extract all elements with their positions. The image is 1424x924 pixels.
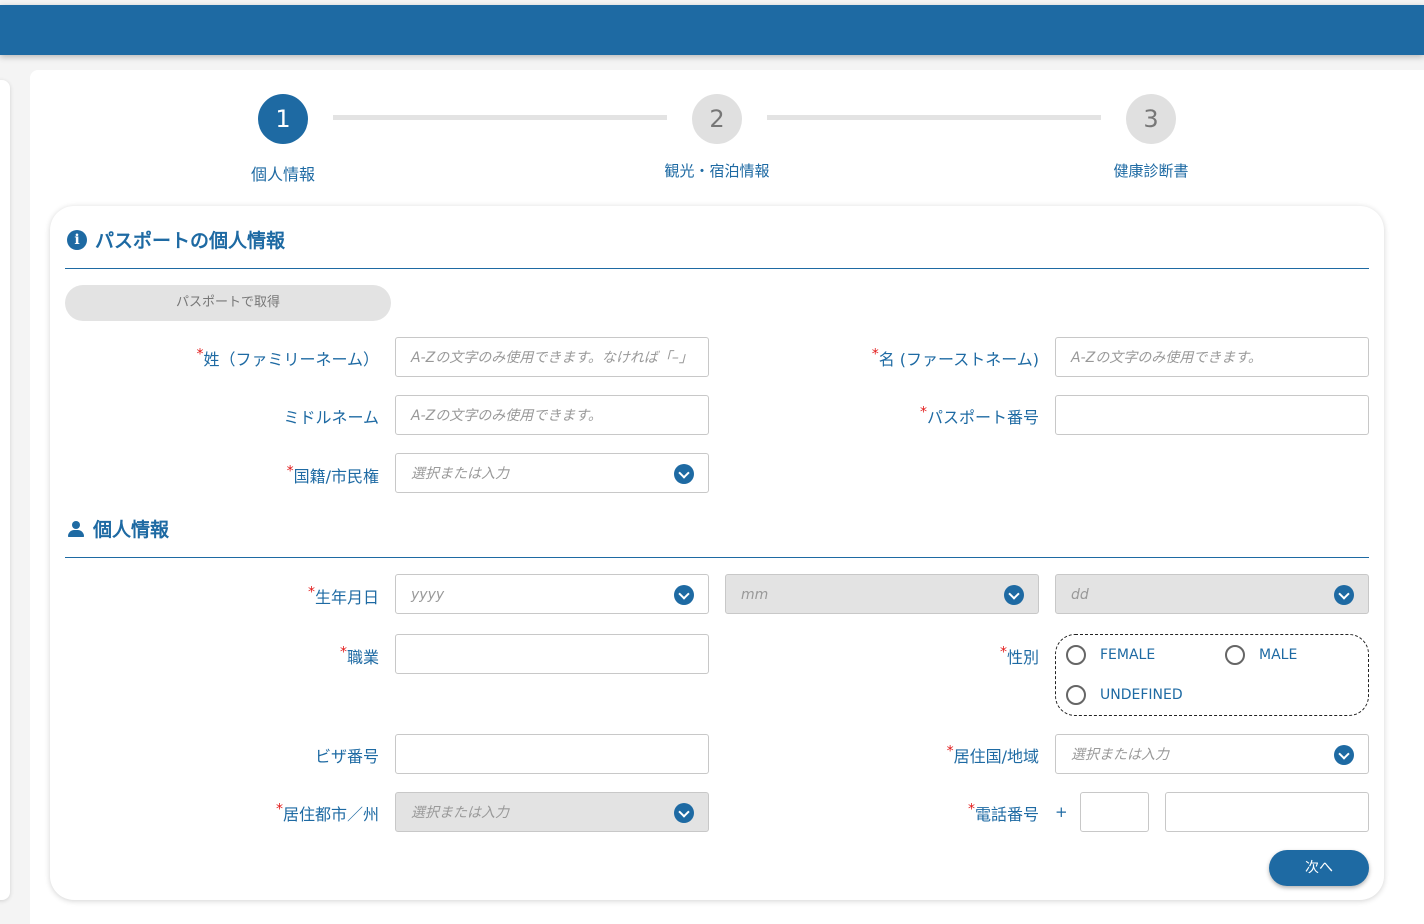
passport-section-header: i パスポートの個人情報 bbox=[67, 226, 285, 253]
occupation-input[interactable] bbox=[395, 634, 709, 674]
residence-city-select[interactable]: 選択または入力 bbox=[395, 792, 709, 832]
phone-country-code-input[interactable] bbox=[1080, 792, 1149, 832]
residence-city-placeholder: 選択または入力 bbox=[411, 805, 509, 821]
birth-year-select[interactable]: yyyy bbox=[395, 574, 709, 614]
step-connector bbox=[767, 115, 1101, 120]
gender-label: *性別 bbox=[999, 644, 1039, 667]
residence-country-select[interactable]: 選択または入力 bbox=[1055, 734, 1369, 774]
gender-radio-group: FEMALE MALE UNDEFINED bbox=[1055, 634, 1369, 716]
chevron-down-icon[interactable] bbox=[674, 803, 694, 823]
visa-number-label: ビザ番号 bbox=[314, 747, 379, 766]
section-divider bbox=[65, 557, 1369, 558]
visa-number-input[interactable] bbox=[395, 734, 709, 774]
step-3-label: 健康診断書 bbox=[1113, 162, 1189, 180]
chevron-down-icon[interactable] bbox=[674, 464, 694, 484]
personal-section-title: 個人情報 bbox=[93, 519, 170, 541]
nationality-label: *国籍/市民権 bbox=[286, 463, 379, 486]
step-2-label: 観光・宿泊情報 bbox=[664, 162, 770, 180]
gender-option-male[interactable]: MALE bbox=[1225, 645, 1297, 665]
phone-number-input[interactable] bbox=[1165, 792, 1369, 832]
next-button[interactable]: 次へ bbox=[1269, 850, 1369, 886]
required-marker: * bbox=[946, 743, 954, 760]
gender-option-undefined[interactable]: UNDEFINED bbox=[1066, 685, 1183, 705]
occupation-label: *職業 bbox=[339, 644, 379, 667]
passport-number-label: *パスポート番号 bbox=[919, 404, 1039, 427]
birth-day-placeholder: dd bbox=[1071, 587, 1089, 603]
step-3-circle[interactable]: 3 bbox=[1126, 94, 1176, 144]
residence-country-label: *居住国/地域 bbox=[946, 743, 1039, 766]
person-icon bbox=[67, 520, 85, 538]
step-1-circle[interactable]: 1 bbox=[258, 94, 308, 144]
residence-country-placeholder: 選択または入力 bbox=[1071, 747, 1169, 763]
radio-icon[interactable] bbox=[1066, 645, 1086, 665]
chevron-down-icon[interactable] bbox=[1004, 585, 1024, 605]
given-name-input[interactable]: A-Zの文字のみ使用できます。 bbox=[1055, 337, 1369, 377]
birth-year-placeholder: yyyy bbox=[411, 587, 445, 603]
required-marker: * bbox=[339, 644, 347, 661]
phone-label: *電話番号 bbox=[967, 801, 1039, 824]
residence-city-label: *居住都市／州 bbox=[275, 801, 379, 824]
nationality-select[interactable]: 選択または入力 bbox=[395, 453, 709, 493]
phone-prefix: + bbox=[1055, 803, 1068, 821]
required-marker: * bbox=[286, 463, 294, 480]
chevron-down-icon[interactable] bbox=[1334, 585, 1354, 605]
birth-day-select[interactable]: dd bbox=[1055, 574, 1369, 614]
required-marker: * bbox=[967, 801, 975, 818]
required-marker: * bbox=[275, 801, 283, 818]
gender-option-label: MALE bbox=[1259, 647, 1298, 663]
passport-section-title: パスポートの個人情報 bbox=[95, 230, 286, 252]
section-divider bbox=[65, 268, 1369, 269]
step-1-label: 個人情報 bbox=[250, 165, 315, 184]
passport-number-input[interactable] bbox=[1055, 395, 1369, 435]
required-marker: * bbox=[999, 644, 1007, 661]
step-2-circle[interactable]: 2 bbox=[692, 94, 742, 144]
info-icon: i bbox=[67, 229, 87, 250]
birth-month-placeholder: mm bbox=[741, 587, 769, 603]
chevron-down-icon[interactable] bbox=[674, 585, 694, 605]
gender-option-female[interactable]: FEMALE bbox=[1066, 645, 1155, 665]
birth-month-select[interactable]: mm bbox=[725, 574, 1039, 614]
required-marker: * bbox=[871, 346, 879, 363]
required-marker: * bbox=[307, 584, 315, 601]
radio-icon[interactable] bbox=[1225, 645, 1245, 665]
middle-name-input[interactable]: A-Zの文字のみ使用できます。 bbox=[395, 395, 709, 435]
nationality-placeholder: 選択または入力 bbox=[411, 466, 509, 482]
birthdate-label: *生年月日 bbox=[307, 584, 379, 607]
surname-label: *姓（ファミリーネーム） bbox=[196, 346, 379, 369]
surname-input[interactable]: A-Zの文字のみ使用できます。なければ「–」 bbox=[395, 337, 709, 377]
chevron-down-icon[interactable] bbox=[1334, 745, 1354, 765]
middle-name-label: ミドルネーム bbox=[283, 408, 379, 427]
step-connector bbox=[333, 115, 667, 120]
required-marker: * bbox=[919, 404, 927, 421]
side-panel bbox=[0, 80, 10, 900]
personal-section-header: 個人情報 bbox=[67, 515, 169, 542]
given-name-label: *名 (ファーストネーム) bbox=[871, 346, 1039, 369]
gender-option-label: UNDEFINED bbox=[1100, 687, 1183, 703]
radio-icon[interactable] bbox=[1066, 685, 1086, 705]
header-bar bbox=[0, 5, 1424, 55]
gender-option-label: FEMALE bbox=[1100, 647, 1156, 663]
get-from-passport-button[interactable]: パスポートで取得 bbox=[65, 285, 391, 321]
